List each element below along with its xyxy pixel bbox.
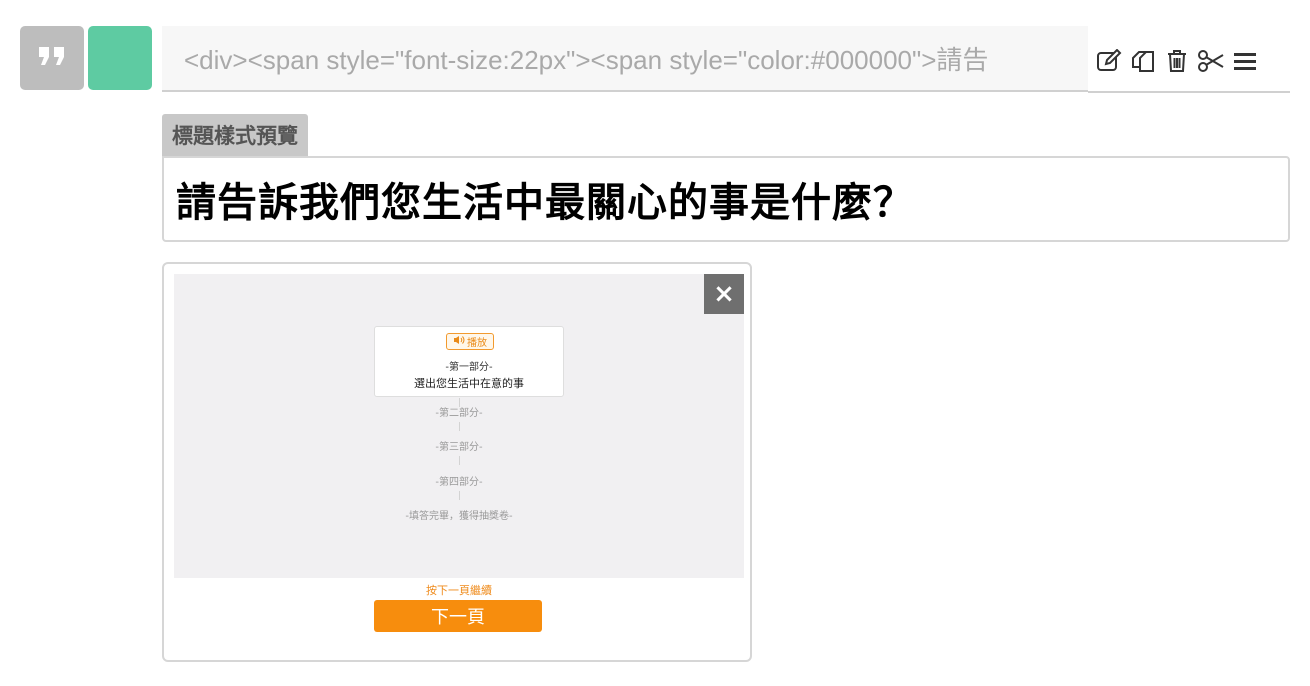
preview-title: 請告訴我們您生活中最關心的事是什麼？ bbox=[176, 180, 914, 226]
speaker-icon bbox=[453, 335, 465, 348]
copy-icon[interactable] bbox=[1126, 46, 1160, 76]
scissors-icon[interactable] bbox=[1194, 46, 1228, 76]
editor-toolbar bbox=[1092, 46, 1262, 76]
quote-icon bbox=[37, 45, 67, 71]
play-button[interactable]: 播放 bbox=[446, 333, 494, 350]
menu-icon[interactable] bbox=[1228, 46, 1262, 76]
color-swatch-button[interactable] bbox=[88, 26, 152, 90]
connector-line bbox=[459, 491, 460, 500]
title-preview-box: 請告訴我們您生活中最關心的事是什麼？ bbox=[162, 156, 1290, 242]
html-source-input[interactable]: <div><span style="font-size:22px"><span … bbox=[162, 26, 1088, 92]
part-four-label: -第四部分- bbox=[435, 477, 483, 488]
preview-label: 標題樣式預覽 bbox=[162, 114, 308, 156]
source-underline bbox=[1088, 91, 1290, 93]
html-source-text: <div><span style="font-size:22px"><span … bbox=[184, 44, 989, 75]
part-one-desc: 選出您生活中在意的事 bbox=[414, 377, 524, 390]
connector-line bbox=[459, 456, 460, 465]
continue-hint: 按下一頁繼續 bbox=[426, 584, 492, 597]
edit-icon[interactable] bbox=[1092, 46, 1126, 76]
image-preview: 播放 -第一部分- 選出您生活中在意的事 -第二部分- -第三部分- -第四部分… bbox=[174, 274, 744, 578]
finish-label: -填答完畢，獲得抽獎卷- bbox=[405, 511, 513, 522]
part-two-label: -第二部分- bbox=[435, 408, 483, 419]
part-three-label: -第三部分- bbox=[435, 442, 483, 453]
next-page-button[interactable]: 下一頁 bbox=[374, 600, 542, 632]
play-label: 播放 bbox=[467, 338, 487, 349]
part-one-card: 播放 -第一部分- 選出您生活中在意的事 bbox=[374, 326, 564, 397]
connector-line bbox=[459, 422, 460, 431]
image-preview-frame: 播放 -第一部分- 選出您生活中在意的事 -第二部分- -第三部分- -第四部分… bbox=[162, 262, 752, 662]
part-one-label: -第一部分- bbox=[445, 362, 493, 373]
trash-icon[interactable] bbox=[1160, 46, 1194, 76]
quote-button[interactable] bbox=[20, 26, 84, 90]
close-button[interactable]: × bbox=[704, 274, 744, 314]
